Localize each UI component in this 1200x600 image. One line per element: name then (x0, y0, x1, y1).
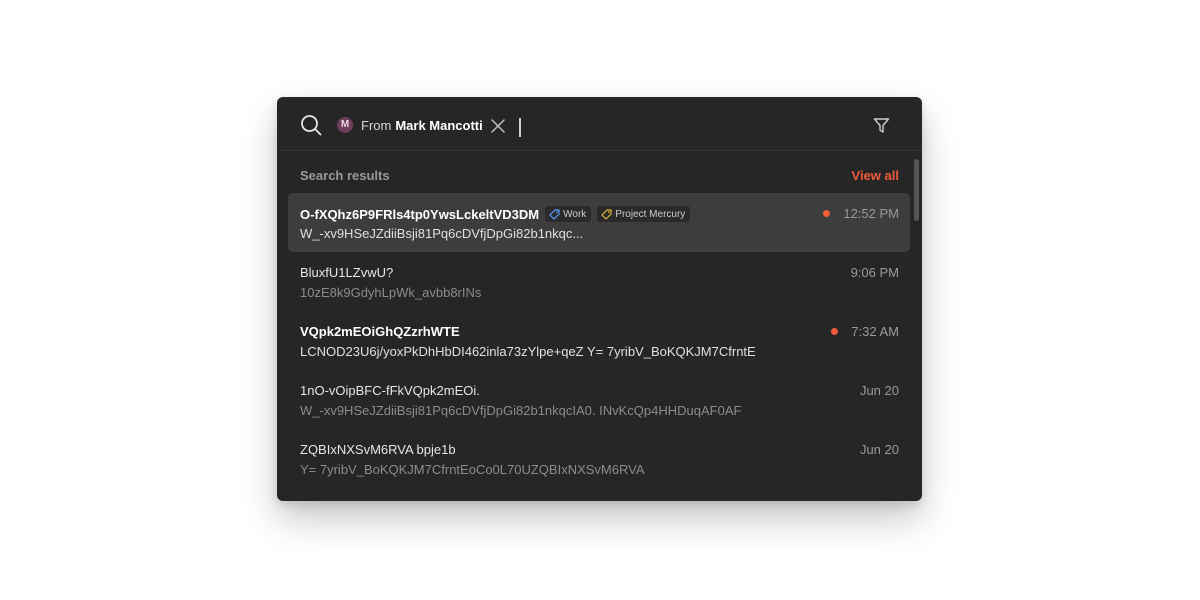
tag-work[interactable]: Work (545, 206, 592, 222)
row-time: 9:06 PM (851, 265, 899, 280)
search-icon (301, 115, 322, 136)
timestamp: 12:52 PM (843, 206, 899, 221)
tag-icon (601, 208, 612, 220)
view-all-link[interactable]: View all (852, 168, 899, 183)
filter-icon[interactable] (873, 117, 890, 134)
subject-text: ZQBIxNXSvM6RVA bpje1b (300, 442, 456, 457)
avatar: M (337, 117, 353, 133)
row-subject: ZQBIxNXSvM6RVA bpje1b (300, 442, 456, 457)
list-item[interactable]: 1nO-vOipBFC-fFkVQpk2mEOi. W_-xv9HSeJZdii… (288, 370, 910, 429)
subject-text: 1nO-vOipBFC-fFkVQpk2mEOi. (300, 383, 480, 398)
close-icon[interactable] (490, 118, 506, 134)
row-time: 7:32 AM (831, 324, 899, 339)
subject-text: VQpk2mEOiGhQZzrhWTE (300, 324, 460, 339)
scrollbar[interactable] (914, 159, 919, 221)
row-time: 12:52 PM (823, 206, 899, 221)
row-time: Jun 20 (860, 442, 899, 457)
unread-indicator (831, 328, 839, 335)
subject-text: BluxfU1LZvwU? (300, 265, 394, 280)
row-subject: VQpk2mEOiGhQZzrhWTE (300, 324, 460, 339)
chip-sender-name: Mark Mancotti (395, 117, 483, 133)
tag-icon (549, 208, 560, 220)
row-subject: 1nO-vOipBFC-fFkVQpk2mEOi. (300, 383, 480, 398)
list-item[interactable]: BluxfU1LZvwU? 10zE8k9GdyhLpWk_avbb8rINs … (288, 252, 910, 311)
row-preview: W_-xv9HSeJZdiiBsji81Pq6cDVfjDpGi82b1nkqc… (300, 403, 742, 418)
row-subject: O-fXQhz6P9FRls4tp0YwsLckeltVD3DM Work Pr… (300, 206, 691, 222)
row-preview: LCNOD23U6j/yoxPkDhHbDI462inla73zYlpe+qeZ… (300, 344, 756, 359)
tag-label: Work (563, 208, 587, 220)
row-preview: W_-xv9HSeJZdiiBsji81Pq6cDVfjDpGi82b1nkqc… (300, 226, 584, 241)
list-item[interactable]: O-fXQhz6P9FRls4tp0YwsLckeltVD3DM Work Pr… (288, 193, 910, 252)
row-preview: Y= 7yribV_BoKQKJM7CfrntEoCo0L70UZQBIxNXS… (300, 462, 645, 477)
row-preview: 10zE8k9GdyhLpWk_avbb8rINs (300, 285, 482, 300)
row-time: Jun 20 (860, 383, 899, 398)
timestamp: Jun 20 (859, 442, 899, 457)
search-panel: M From Mark Mancotti Search results View… (277, 97, 922, 501)
row-subject: BluxfU1LZvwU? (300, 265, 393, 280)
results-header: Search results View all (300, 168, 899, 184)
list-item[interactable]: VQpk2mEOiGhQZzrhWTE LCNOD23U6j/yoxPkDhHb… (288, 311, 910, 370)
chip-prefix: From (361, 117, 392, 133)
from-filter-chip: M From Mark Mancotti (337, 115, 483, 135)
search-input[interactable] (519, 118, 521, 137)
list-item[interactable]: ZQBIxNXSvM6RVA bpje1b Y= 7yribV_BoKQKJM7… (288, 429, 910, 488)
timestamp: 9:06 PM (850, 265, 899, 280)
timestamp: 7:32 AM (851, 324, 899, 339)
subject-text: O-fXQhz6P9FRls4tp0YwsLckeltVD3DM (300, 206, 540, 222)
results-list: O-fXQhz6P9FRls4tp0YwsLckeltVD3DM Work Pr… (288, 193, 910, 488)
timestamp: Jun 20 (859, 383, 899, 398)
tag-project-mercury[interactable]: Project Mercury (597, 206, 691, 222)
search-bar[interactable]: M From Mark Mancotti (277, 97, 922, 151)
unread-indicator (823, 210, 831, 217)
section-title: Search results (300, 168, 390, 183)
tag-label: Project Mercury (615, 208, 686, 220)
